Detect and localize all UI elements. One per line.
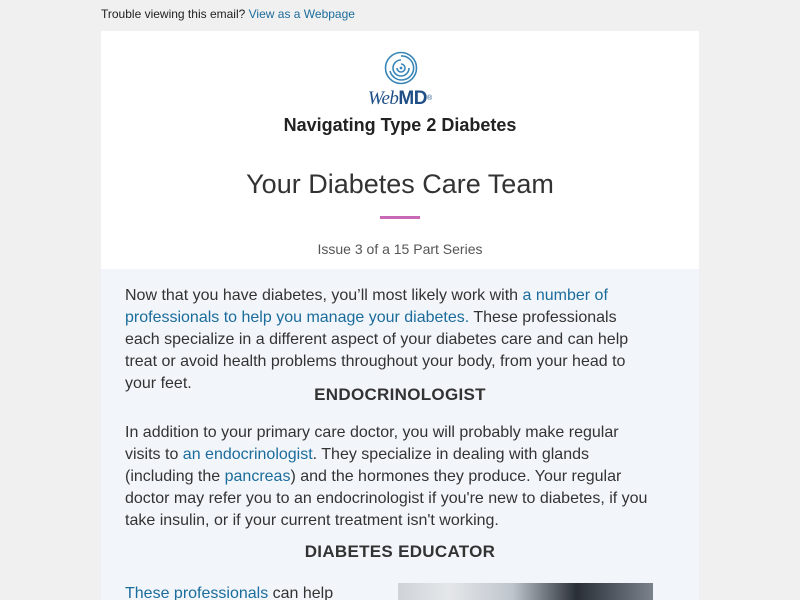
educator-photo (398, 583, 653, 600)
email-body: Now that you have diabetes, you’ll most … (101, 269, 699, 600)
intro-paragraph: Now that you have diabetes, you’ll most … (125, 285, 655, 395)
issue-count: Issue 3 of a 15 Part Series (317, 241, 483, 257)
endocrinologist-link[interactable]: an endocrinologist (183, 446, 313, 463)
pancreas-link[interactable]: pancreas (225, 468, 291, 485)
educator-text: can help (268, 585, 334, 600)
preheader-text: Trouble viewing this email? (101, 7, 246, 21)
view-as-webpage-link[interactable]: View as a Webpage (249, 7, 355, 21)
newsletter-title: Navigating Type 2 Diabetes (283, 115, 517, 135)
webmd-logo: WebMD® (101, 88, 699, 110)
intro-text-before: Now that you have diabetes, you’ll most … (125, 287, 523, 304)
issue-title: Your Diabetes Care Team (246, 169, 554, 199)
endocrinologist-heading: ENDOCRINOLOGIST (314, 385, 486, 404)
these-professionals-link[interactable]: These professionals (125, 585, 268, 600)
preheader: Trouble viewing this email? View as a We… (101, 7, 355, 21)
email-header: WebMD® Navigating Type 2 Diabetes Your D… (101, 31, 699, 269)
endocrinologist-paragraph: In addition to your primary care doctor,… (125, 422, 655, 532)
logo-md: MD (398, 88, 427, 109)
educator-paragraph: These professionals can help (125, 583, 333, 600)
webmd-logo-icon (384, 51, 418, 85)
logo-web: Web (367, 88, 399, 109)
email-card: WebMD® Navigating Type 2 Diabetes Your D… (101, 31, 699, 600)
title-divider (380, 216, 420, 219)
logo-registered: ® (426, 95, 433, 102)
diabetes-educator-heading: DIABETES EDUCATOR (304, 542, 496, 561)
